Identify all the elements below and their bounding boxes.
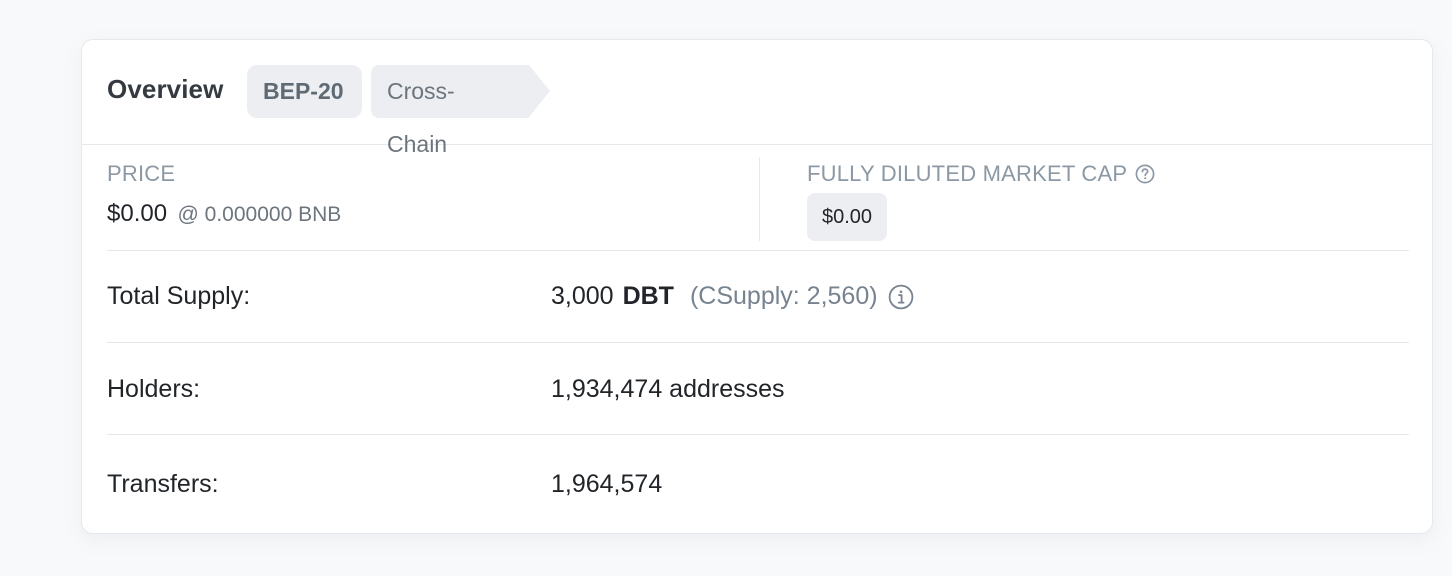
- total-supply-label: Total Supply:: [107, 282, 251, 310]
- holders-value[interactable]: 1,934,474 addresses: [551, 375, 785, 404]
- price-bnb: @ 0.000000 BNB: [177, 203, 342, 226]
- price-section: PRICE $0.00 @ 0.000000 BNB: [107, 144, 759, 252]
- holders-row: Holders: 1,934,474 addresses: [107, 342, 1409, 434]
- market-cap-label-row: FULLY DILUTED MARKET CAP: [807, 161, 1155, 187]
- total-supply-value: 3,000 DBT (CSupply: 2,560): [551, 282, 914, 311]
- transfers-label: Transfers:: [107, 470, 219, 498]
- market-cap-label: FULLY DILUTED MARKET CAP: [807, 161, 1128, 186]
- token-overview-card: Overview BEP-20 Cross-Chain PRICE $0.00 …: [81, 39, 1433, 534]
- market-cap-section: FULLY DILUTED MARKET CAP $0.00: [807, 144, 1409, 252]
- total-supply-row: Total Supply: 3,000 DBT (CSupply: 2,560): [107, 250, 1409, 342]
- question-circle-icon[interactable]: [1135, 164, 1155, 184]
- transfers-row: Transfers: 1,964,574: [107, 434, 1409, 534]
- price-usd: $0.00: [107, 200, 168, 227]
- bep20-badge[interactable]: BEP-20: [247, 65, 362, 118]
- vertical-divider: [759, 157, 760, 241]
- info-circle-icon[interactable]: [888, 284, 914, 310]
- price-line: $0.00 @ 0.000000 BNB: [107, 200, 341, 228]
- market-cap-value: $0.00: [807, 193, 888, 241]
- transfers-value: 1,964,574: [551, 470, 663, 498]
- overview-title: Overview: [107, 74, 224, 104]
- token-symbol: DBT: [622, 282, 674, 310]
- card-header: Overview BEP-20 Cross-Chain: [82, 40, 1432, 157]
- circulating-supply: (CSupply: 2,560): [689, 282, 878, 310]
- holders-label: Holders:: [107, 375, 201, 403]
- price-label: PRICE: [107, 161, 176, 186]
- cross-chain-badge[interactable]: Cross-Chain: [371, 65, 550, 157]
- total-supply-amount: 3,000: [551, 282, 614, 310]
